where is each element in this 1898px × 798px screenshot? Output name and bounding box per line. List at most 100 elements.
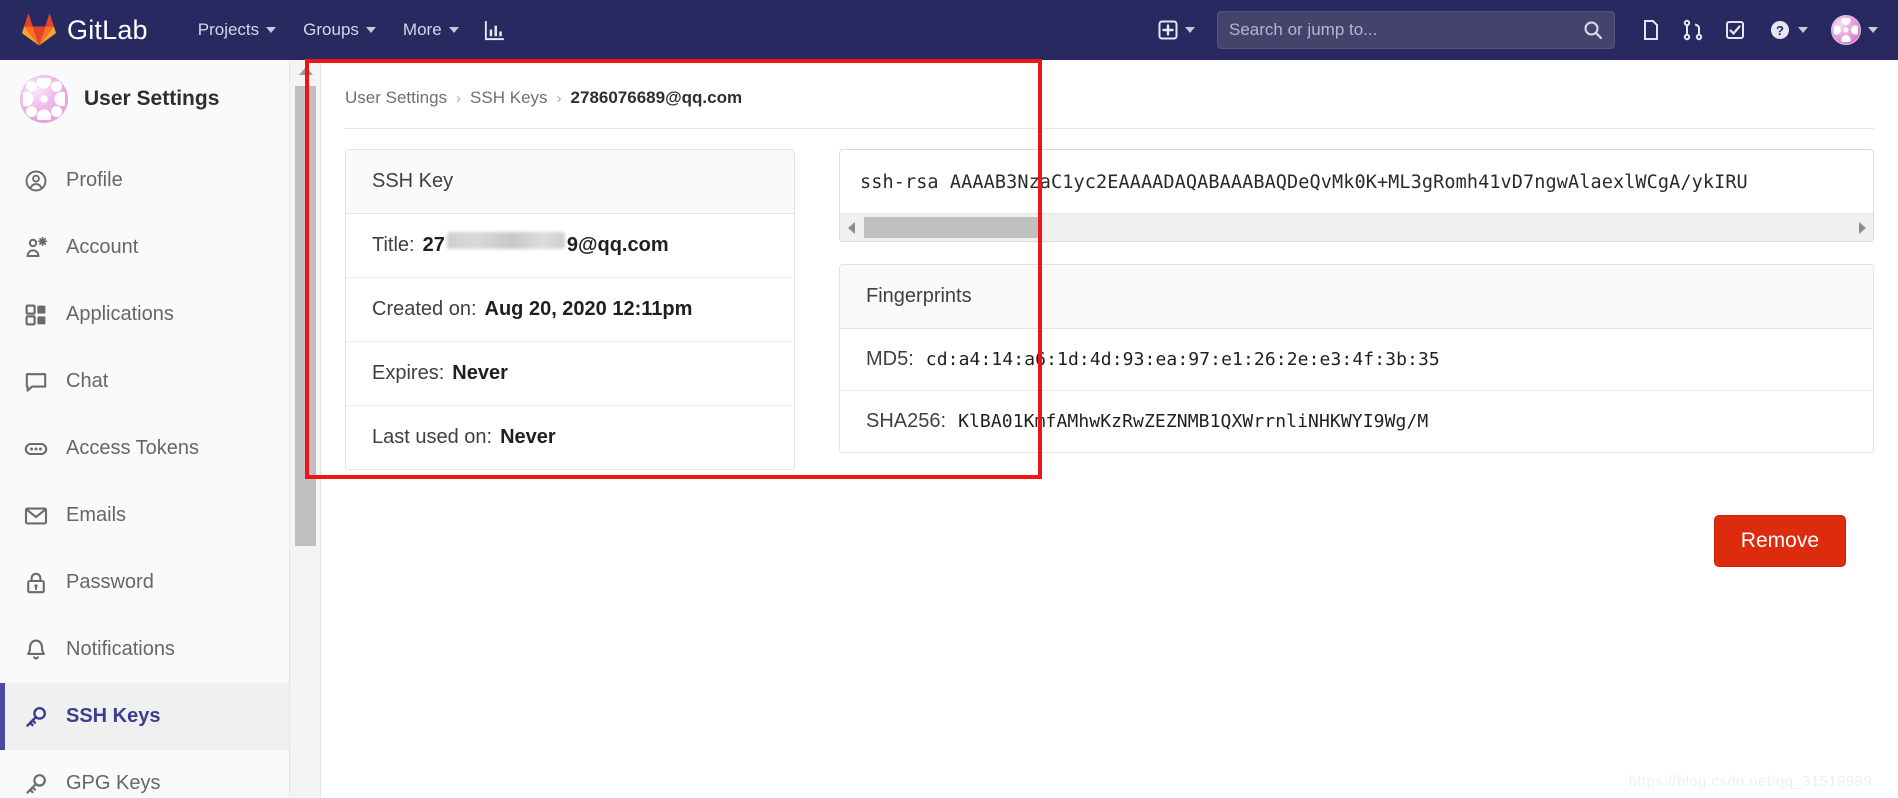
ssh-key-card-heading: SSH Key xyxy=(346,150,794,214)
chevron-left-icon xyxy=(847,221,855,234)
issues-button[interactable] xyxy=(1631,13,1671,47)
ssh-key-value-column: ssh-rsa AAAAB3NzaC1yc2EAAAADAQABAAABAQDe… xyxy=(839,149,1874,453)
ssh-key-row-last-used: Last used on: Never xyxy=(346,406,794,469)
sidebar-item-label: Account xyxy=(66,236,139,258)
page-vertical-scrollbar[interactable] xyxy=(290,60,321,798)
key-horizontal-scrollbar[interactable] xyxy=(840,213,1873,241)
sidebar-item-label: Password xyxy=(66,571,154,593)
nav-groups[interactable]: Groups xyxy=(291,12,388,48)
fingerprint-row-md5: MD5: cd:a4:14:a6:1d:4d:93:ea:97:e1:26:2e… xyxy=(840,329,1873,391)
chevron-up-icon xyxy=(298,67,313,75)
fingerprints-heading: Fingerprints xyxy=(840,265,1873,329)
ssh-key-panels: SSH Key Title: 27 9@qq.com Created on: A… xyxy=(321,129,1898,470)
page-title: User Settings xyxy=(84,87,220,110)
sidebar-item-ssh-keys[interactable]: SSH Keys xyxy=(0,683,289,750)
breadcrumb-user-settings[interactable]: User Settings xyxy=(345,88,447,108)
global-search-box[interactable] xyxy=(1217,11,1615,49)
ssh-key-row-title: Title: 27 9@qq.com xyxy=(346,214,794,278)
chat-bubble-icon xyxy=(25,372,47,392)
row-label: Expires: xyxy=(372,362,445,384)
ssh-key-row-created: Created on: Aug 20, 2020 12:11pm xyxy=(346,278,794,342)
sidebar-item-gpg-keys[interactable]: GPG Keys xyxy=(0,750,289,798)
top-navigation-bar: GitLab Projects Groups More Search or ju… xyxy=(0,0,1898,60)
sidebar-item-label: Applications xyxy=(66,303,174,325)
search-icon[interactable] xyxy=(1583,20,1603,40)
remove-button[interactable]: Remove xyxy=(1713,515,1846,567)
ssh-key-value-text[interactable]: ssh-rsa AAAAB3NzaC1yc2EAAAADAQABAAABAQDe… xyxy=(840,150,1873,213)
breadcrumb-ssh-keys[interactable]: SSH Keys xyxy=(470,88,547,108)
nav-more-label: More xyxy=(402,20,442,39)
fingerprint-value: cd:a4:14:a6:1d:4d:93:ea:97:e1:26:2e:e3:4… xyxy=(925,349,1440,370)
nav-more[interactable]: More xyxy=(391,12,471,48)
actions-row: Remove xyxy=(321,470,1898,567)
sidebar-item-account[interactable]: Account xyxy=(0,214,289,281)
sidebar-item-notifications[interactable]: Notifications xyxy=(0,616,289,683)
scrollbar-thumb[interactable] xyxy=(864,216,1042,238)
issues-icon xyxy=(1644,20,1658,40)
nav-projects-label: Projects xyxy=(197,20,260,39)
key-icon xyxy=(26,706,47,727)
row-value: Never xyxy=(452,362,508,384)
fingerprint-row-sha256: SHA256: KlBA01KmfAMhwKzRwZEZNMB1QXWrrnli… xyxy=(840,391,1873,452)
ssh-key-title-value: 27 9@qq.com xyxy=(422,232,669,257)
avatar xyxy=(20,75,68,123)
plus-square-icon xyxy=(1158,20,1178,40)
sidebar-item-chat[interactable]: Chat xyxy=(0,348,289,415)
envelope-icon xyxy=(24,507,48,524)
gitlab-ssh-key-page: GitLab Projects Groups More Search or ju… xyxy=(0,0,1898,798)
chevron-right-icon xyxy=(1858,221,1866,234)
breadcrumb-current: 2786076689@qq.com xyxy=(570,88,743,107)
sidebar-item-applications[interactable]: Applications xyxy=(0,281,289,348)
user-gear-icon xyxy=(26,236,48,257)
scroll-up-button[interactable] xyxy=(290,60,321,82)
nav-right-cluster: ? xyxy=(1146,0,1884,60)
row-label: Created on: xyxy=(372,298,477,320)
nav-analytics-button[interactable] xyxy=(474,13,515,48)
help-button[interactable]: ? xyxy=(1757,11,1820,49)
nav-groups-label: Groups xyxy=(303,20,359,39)
bell-icon xyxy=(27,639,45,659)
search-input[interactable] xyxy=(1229,20,1583,40)
row-value: Aug 20, 2020 12:11pm xyxy=(484,298,693,320)
title-prefix: 27 xyxy=(422,234,445,256)
sidebar-item-label: Emails xyxy=(66,504,127,526)
row-label: Last used on: xyxy=(372,426,493,448)
sidebar-item-label: SSH Keys xyxy=(66,705,161,727)
fingerprint-label: SHA256: xyxy=(866,410,947,432)
scroll-right-button[interactable] xyxy=(1851,215,1873,241)
token-pill-icon xyxy=(24,442,48,455)
scrollbar-thumb[interactable] xyxy=(295,86,316,546)
create-new-button[interactable] xyxy=(1146,12,1207,48)
row-value: Never xyxy=(500,426,556,448)
sidebar-item-label: GPG Keys xyxy=(66,772,161,794)
breadcrumb-separator: › xyxy=(556,89,562,107)
sidebar-item-profile[interactable]: Profile xyxy=(0,147,289,214)
sidebar-item-access-tokens[interactable]: Access Tokens xyxy=(0,415,289,482)
redaction-blur xyxy=(446,232,565,249)
scroll-left-button[interactable] xyxy=(840,215,862,241)
watermark: https://blog.csdn.net/qq_31519989 xyxy=(1628,773,1872,790)
fingerprints-card: Fingerprints MD5: cd:a4:14:a6:1d:4d:93:e… xyxy=(839,264,1874,453)
chevron-down-icon xyxy=(266,27,277,33)
sidebar-item-password[interactable]: Password xyxy=(0,549,289,616)
merge-requests-button[interactable] xyxy=(1673,13,1713,47)
lock-icon xyxy=(27,572,45,593)
gitlab-home-link[interactable]: GitLab xyxy=(22,14,148,46)
breadcrumb-separator: › xyxy=(456,89,462,107)
user-menu-button[interactable] xyxy=(1822,10,1884,50)
bar-chart-icon xyxy=(484,20,504,40)
gitlab-logo-icon xyxy=(22,14,56,46)
user-settings-sidebar: User Settings Profile Account Applicatio… xyxy=(0,60,290,798)
ssh-key-value-box[interactable]: ssh-rsa AAAAB3NzaC1yc2EAAAADAQABAAABAQDe… xyxy=(839,149,1874,242)
sidebar-item-label: Profile xyxy=(66,169,123,191)
nav-projects[interactable]: Projects xyxy=(186,12,288,48)
sidebar-item-emails[interactable]: Emails xyxy=(0,482,289,549)
sidebar-header: User Settings xyxy=(0,60,289,138)
todos-button[interactable] xyxy=(1715,13,1755,47)
breadcrumb: User Settings › SSH Keys › 2786076689@qq… xyxy=(321,60,1898,108)
svg-text:?: ? xyxy=(1776,23,1784,38)
scrollbar-track[interactable] xyxy=(862,215,1851,241)
sidebar-item-label: Chat xyxy=(66,370,109,392)
ssh-key-row-expires: Expires: Never xyxy=(346,342,794,406)
help-icon: ? xyxy=(1771,21,1789,39)
